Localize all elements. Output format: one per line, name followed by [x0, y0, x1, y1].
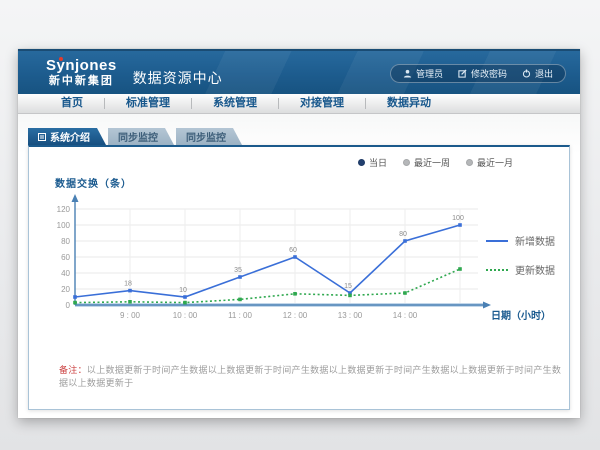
user-icon: [403, 69, 412, 78]
svg-text:13 : 00: 13 : 00: [338, 311, 363, 320]
user-menu-label: 修改密码: [471, 67, 507, 80]
main-nav: 首页 标准管理 系统管理 对接管理 数据异动: [18, 94, 580, 114]
radio-icon: [403, 159, 410, 166]
app-title: 数据资源中心: [133, 68, 223, 88]
tab-label: 同步监控: [186, 129, 226, 144]
tab-bar: 系统介绍 同步监控 同步监控: [28, 128, 242, 145]
note-label: 备注: [59, 365, 78, 375]
svg-text:80: 80: [399, 231, 407, 238]
svg-text:10: 10: [179, 287, 187, 294]
footer-note: 备注：以上数据更新于时间产生数据以上数据更新于时间产生数据以上数据更新于时间产生…: [59, 363, 569, 389]
legend-line-sample: [486, 240, 508, 242]
radio-icon: [358, 159, 365, 166]
svg-text:18: 18: [124, 281, 132, 288]
legend-line-sample: [486, 269, 508, 271]
time-filter-last-month[interactable]: 最近一月: [466, 156, 513, 169]
svg-text:11 : 00: 11 : 00: [228, 311, 252, 320]
main-content: 系统介绍 同步监控 同步监控 当日 最近一周: [18, 114, 580, 418]
time-filter-label: 最近一周: [414, 156, 450, 169]
nav-item-interface-mgmt[interactable]: 对接管理: [279, 94, 365, 113]
legend-label: 新增数据: [515, 233, 555, 248]
user-menu-label: 退出: [535, 67, 553, 80]
chart-card: 当日 最近一周 最近一月 数据交换（条） 0 20 40 60 80 100 120 9 : …: [28, 145, 570, 410]
nav-item-system-mgmt[interactable]: 系统管理: [192, 94, 278, 113]
legend-item-update-data[interactable]: 更新数据: [486, 262, 555, 277]
user-menu-label: 管理员: [416, 67, 443, 80]
radio-icon: [466, 159, 473, 166]
time-filter-group: 当日 最近一周 最近一月: [358, 156, 513, 169]
svg-text:15: 15: [344, 283, 352, 290]
line-chart-svg: 0 20 40 60 80 100 120 9 : 00 10 : 00 11 : 00 12 : …: [35, 193, 505, 325]
power-icon: [522, 69, 531, 78]
logo-text-cn: 新中新集团: [46, 75, 117, 87]
logo-text-en: Synjones: [46, 57, 117, 74]
app-header: Synjones 新中新集团 数据资源中心 管理员 修改密码: [18, 49, 580, 94]
line-chart: 0 20 40 60 80 100 120 9 : 00 10 : 00 11 : 00 12 : …: [35, 193, 505, 325]
user-menu: 管理员 修改密码 退出: [390, 64, 566, 83]
document-icon: [38, 133, 46, 141]
nav-item-data-change[interactable]: 数据异动: [366, 94, 452, 113]
svg-text:0: 0: [66, 301, 71, 310]
tab-sync-monitor-1[interactable]: 同步监控: [108, 128, 174, 145]
svg-text:20: 20: [61, 285, 70, 294]
page-background: { "header": { "logo": { "en": "Synjones"…: [0, 0, 600, 450]
time-filter-label: 当日: [369, 156, 387, 169]
svg-text:100: 100: [452, 215, 464, 222]
svg-text:12 : 00: 12 : 00: [283, 311, 308, 320]
note-text: 以上数据更新于时间产生数据以上数据更新于时间产生数据以上数据更新于时间产生数据以…: [59, 365, 561, 388]
svg-text:35: 35: [234, 267, 242, 274]
chart-legend: 新增数据 更新数据: [486, 233, 555, 277]
svg-text:40: 40: [61, 269, 70, 278]
svg-text:60: 60: [289, 247, 297, 254]
time-filter-last-week[interactable]: 最近一周: [403, 156, 450, 169]
svg-text:100: 100: [57, 221, 71, 230]
user-menu-item-change-password[interactable]: 修改密码: [458, 67, 507, 80]
time-filter-today[interactable]: 当日: [358, 156, 387, 169]
nav-item-home[interactable]: 首页: [40, 94, 104, 113]
time-filter-label: 最近一月: [477, 156, 513, 169]
user-menu-item-admin[interactable]: 管理员: [403, 67, 443, 80]
tab-system-intro[interactable]: 系统介绍: [28, 128, 106, 145]
x-axis-title: 日期（小时）: [491, 307, 551, 322]
tab-label: 同步监控: [118, 129, 158, 144]
svg-text:9 : 00: 9 : 00: [120, 311, 141, 320]
legend-label: 更新数据: [515, 262, 555, 277]
site-window: Synjones 新中新集团 数据资源中心 管理员 修改密码: [18, 49, 580, 418]
nav-item-standard-mgmt[interactable]: 标准管理: [105, 94, 191, 113]
svg-text:10 : 00: 10 : 00: [173, 311, 198, 320]
svg-text:14 : 00: 14 : 00: [393, 311, 418, 320]
note-separator: ：: [78, 365, 87, 375]
edit-icon: [458, 69, 467, 78]
y-axis-title: 数据交换（条）: [55, 175, 132, 190]
svg-text:80: 80: [61, 237, 70, 246]
user-menu-item-logout[interactable]: 退出: [522, 67, 553, 80]
tab-label: 系统介绍: [50, 129, 90, 144]
tab-sync-monitor-2[interactable]: 同步监控: [176, 128, 242, 145]
svg-text:60: 60: [61, 253, 70, 262]
svg-text:120: 120: [57, 205, 71, 214]
brand-logo: Synjones 新中新集团: [46, 58, 117, 87]
legend-item-new-data[interactable]: 新增数据: [486, 233, 555, 248]
